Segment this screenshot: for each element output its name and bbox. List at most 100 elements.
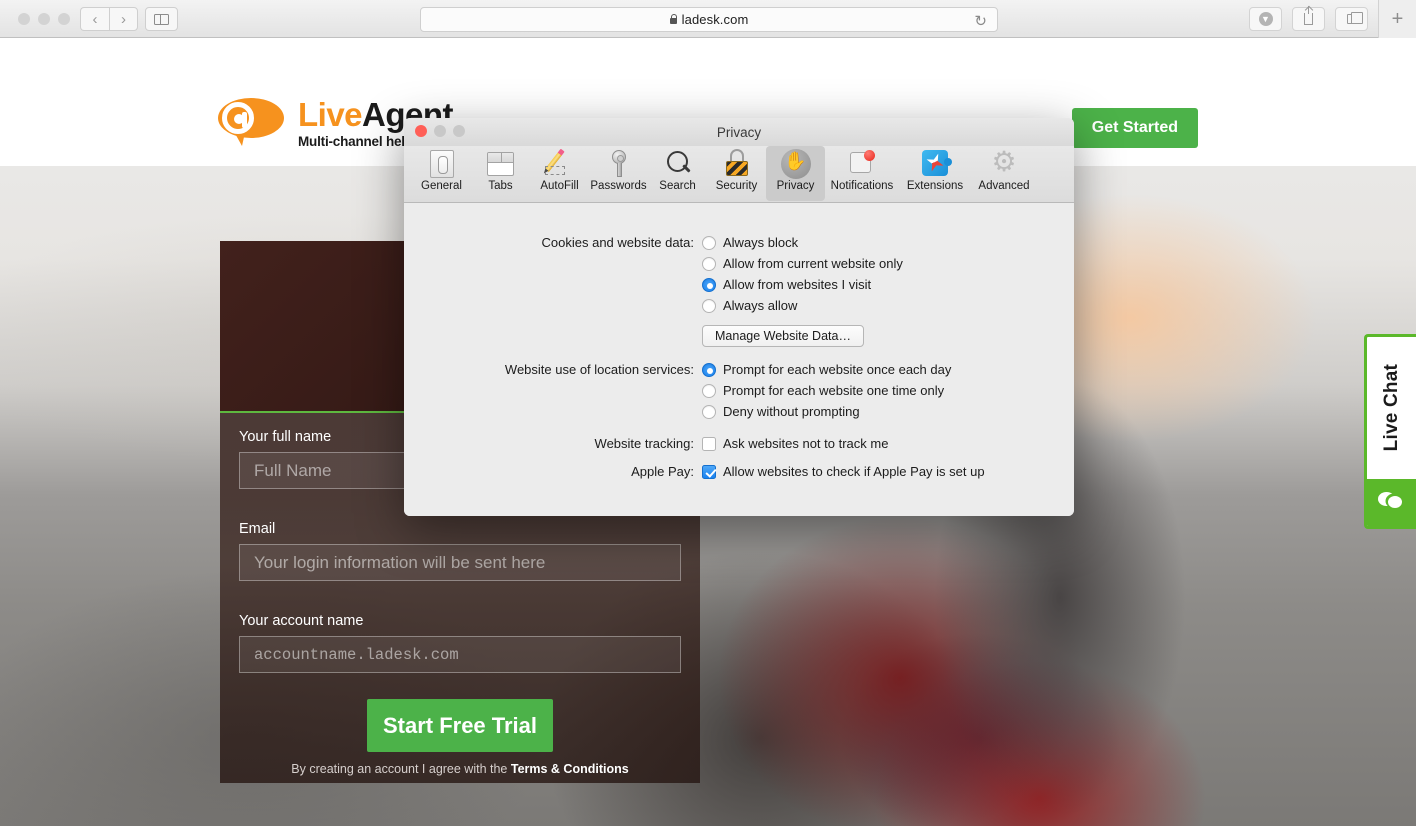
back-button[interactable]: ‹ xyxy=(80,7,109,31)
gear-icon xyxy=(989,145,1019,179)
apple-pay-checkbox-label: Allow websites to check if Apple Pay is … xyxy=(723,464,985,479)
terms-note: By creating an account I agree with the … xyxy=(220,762,700,776)
live-chat-label-wrap: Live Chat xyxy=(1367,337,1416,479)
location-option-2-label: Deny without prompting xyxy=(723,404,860,419)
checkbox-apple-pay[interactable] xyxy=(702,464,716,479)
location-options: Prompt for each website once each day Pr… xyxy=(702,362,951,425)
location-services-label: Website use of location services: xyxy=(504,362,694,377)
window-zoom-button[interactable] xyxy=(58,13,70,25)
tab-autofill[interactable]: AutoFill xyxy=(530,146,589,201)
tab-general-label: General xyxy=(421,180,462,192)
padlock-icon xyxy=(722,149,752,179)
input-email[interactable]: Your login information will be sent here xyxy=(239,544,681,581)
tab-search[interactable]: Search xyxy=(648,146,707,201)
autofill-pencil-icon xyxy=(544,149,575,179)
radio-unselected[interactable] xyxy=(702,235,716,250)
manage-website-data-button[interactable]: Manage Website Data… xyxy=(702,325,864,347)
radio-unselected[interactable] xyxy=(702,383,716,398)
cookies-option-always-block[interactable]: Always block xyxy=(702,235,903,250)
liveagent-logo-icon xyxy=(218,98,288,146)
tab-extensions[interactable]: Extensions xyxy=(899,146,971,201)
tab-autofill-label: AutoFill xyxy=(540,180,579,192)
checkbox-do-not-track[interactable] xyxy=(702,436,716,451)
radio-unselected[interactable] xyxy=(702,404,716,419)
tab-passwords-label: Passwords xyxy=(590,180,647,192)
cookies-row: Cookies and website data: Always block A… xyxy=(404,235,1074,347)
tab-general[interactable]: General xyxy=(412,146,471,201)
tabs-icon xyxy=(486,149,516,179)
input-account-name[interactable]: accountname.ladesk.com xyxy=(239,636,681,673)
tab-privacy[interactable]: Privacy xyxy=(766,146,825,201)
field-email: Email Your login information will be sen… xyxy=(239,521,681,581)
location-option-1-label: Prompt for each website one time only xyxy=(723,383,945,398)
tab-notifications[interactable]: Notifications xyxy=(825,146,899,201)
tab-security[interactable]: Security xyxy=(707,146,766,201)
download-icon: ▼ xyxy=(1258,12,1273,26)
preferences-toolbar: General Tabs AutoFill Passwords Search S… xyxy=(404,145,1074,203)
get-started-button[interactable]: Get Started xyxy=(1071,108,1198,148)
radio-unselected[interactable] xyxy=(702,256,716,271)
tab-tabs-label: Tabs xyxy=(488,180,513,192)
radio-unselected[interactable] xyxy=(702,298,716,313)
cookies-label: Cookies and website data: xyxy=(541,235,694,250)
apple-pay-checkbox-row[interactable]: Allow websites to check if Apple Pay is … xyxy=(702,464,985,479)
preferences-close-button[interactable] xyxy=(415,125,427,137)
tab-advanced-label: Advanced xyxy=(978,180,1030,192)
reload-icon[interactable]: ↻ xyxy=(974,12,987,30)
browser-toolbar: ‹ › ladesk.com ↻ ▼ + xyxy=(0,0,1416,38)
hand-icon xyxy=(780,149,811,179)
magnifier-icon xyxy=(663,149,693,179)
tab-passwords[interactable]: Passwords xyxy=(589,146,648,201)
cookies-option-websites-i-visit[interactable]: Allow from websites I visit xyxy=(702,277,903,292)
window-close-button[interactable] xyxy=(18,13,30,25)
share-icon xyxy=(1304,6,1313,25)
live-chat-label: Live Chat xyxy=(1380,364,1402,452)
navigation-buttons: ‹ › xyxy=(80,7,138,31)
cookies-option-2-label: Allow from websites I visit xyxy=(723,277,872,292)
start-free-trial-button[interactable]: Start Free Trial xyxy=(367,699,553,752)
address-bar[interactable]: ladesk.com ↻ xyxy=(420,7,998,32)
screenshot-root: ‹ › ladesk.com ↻ ▼ + LiveAgent Multi-cha… xyxy=(0,0,1416,826)
forward-button[interactable]: › xyxy=(109,7,138,31)
tracking-checkbox-row[interactable]: Ask websites not to track me xyxy=(702,436,888,451)
terms-link[interactable]: Terms & Conditions xyxy=(511,762,629,776)
location-services-row: Website use of location services: Prompt… xyxy=(404,362,1074,425)
window-traffic-lights xyxy=(18,13,70,25)
sidebar-icon xyxy=(154,13,169,25)
field-account-name: Your account name accountname.ladesk.com xyxy=(239,613,681,673)
preferences-zoom-button[interactable] xyxy=(453,125,465,137)
label-email: Email xyxy=(239,521,276,537)
tab-overview-button[interactable] xyxy=(1335,7,1368,31)
location-option-one-time-only[interactable]: Prompt for each website one time only xyxy=(702,383,951,398)
chat-bubbles-icon xyxy=(1367,479,1416,526)
sidebar-toggle-button[interactable] xyxy=(145,7,178,31)
url-text: ladesk.com xyxy=(681,12,749,27)
logo-live-text: Live xyxy=(298,96,363,133)
key-icon xyxy=(604,149,634,179)
lock-icon xyxy=(669,13,678,24)
live-chat-widget[interactable]: Live Chat xyxy=(1364,334,1416,529)
tab-tabs[interactable]: Tabs xyxy=(471,146,530,201)
preferences-traffic-lights xyxy=(415,125,465,137)
location-option-deny[interactable]: Deny without prompting xyxy=(702,404,951,419)
window-minimize-button[interactable] xyxy=(38,13,50,25)
preferences-title: Privacy xyxy=(716,124,762,140)
cookies-option-current-website-only[interactable]: Allow from current website only xyxy=(702,256,903,271)
new-tab-button[interactable]: + xyxy=(1378,0,1416,38)
radio-selected[interactable] xyxy=(702,362,716,377)
downloads-button[interactable]: ▼ xyxy=(1249,7,1282,31)
notification-badge-icon xyxy=(847,149,877,179)
tracking-checkbox-label: Ask websites not to track me xyxy=(723,436,889,451)
location-option-once-each-day[interactable]: Prompt for each website once each day xyxy=(702,362,951,377)
share-button[interactable] xyxy=(1292,6,1325,31)
tab-advanced[interactable]: Advanced xyxy=(971,145,1037,201)
cookies-option-1-label: Allow from current website only xyxy=(723,256,903,271)
tab-extensions-label: Extensions xyxy=(906,180,964,192)
website-tracking-label: Website tracking: xyxy=(594,436,694,451)
cookies-option-3-label: Always allow xyxy=(723,298,798,313)
tab-security-label: Security xyxy=(715,180,758,192)
website-tracking-row: Website tracking: Ask websites not to tr… xyxy=(404,436,1074,451)
radio-selected[interactable] xyxy=(702,277,716,292)
cookies-option-always-allow[interactable]: Always allow xyxy=(702,298,903,313)
preferences-minimize-button[interactable] xyxy=(434,125,446,137)
